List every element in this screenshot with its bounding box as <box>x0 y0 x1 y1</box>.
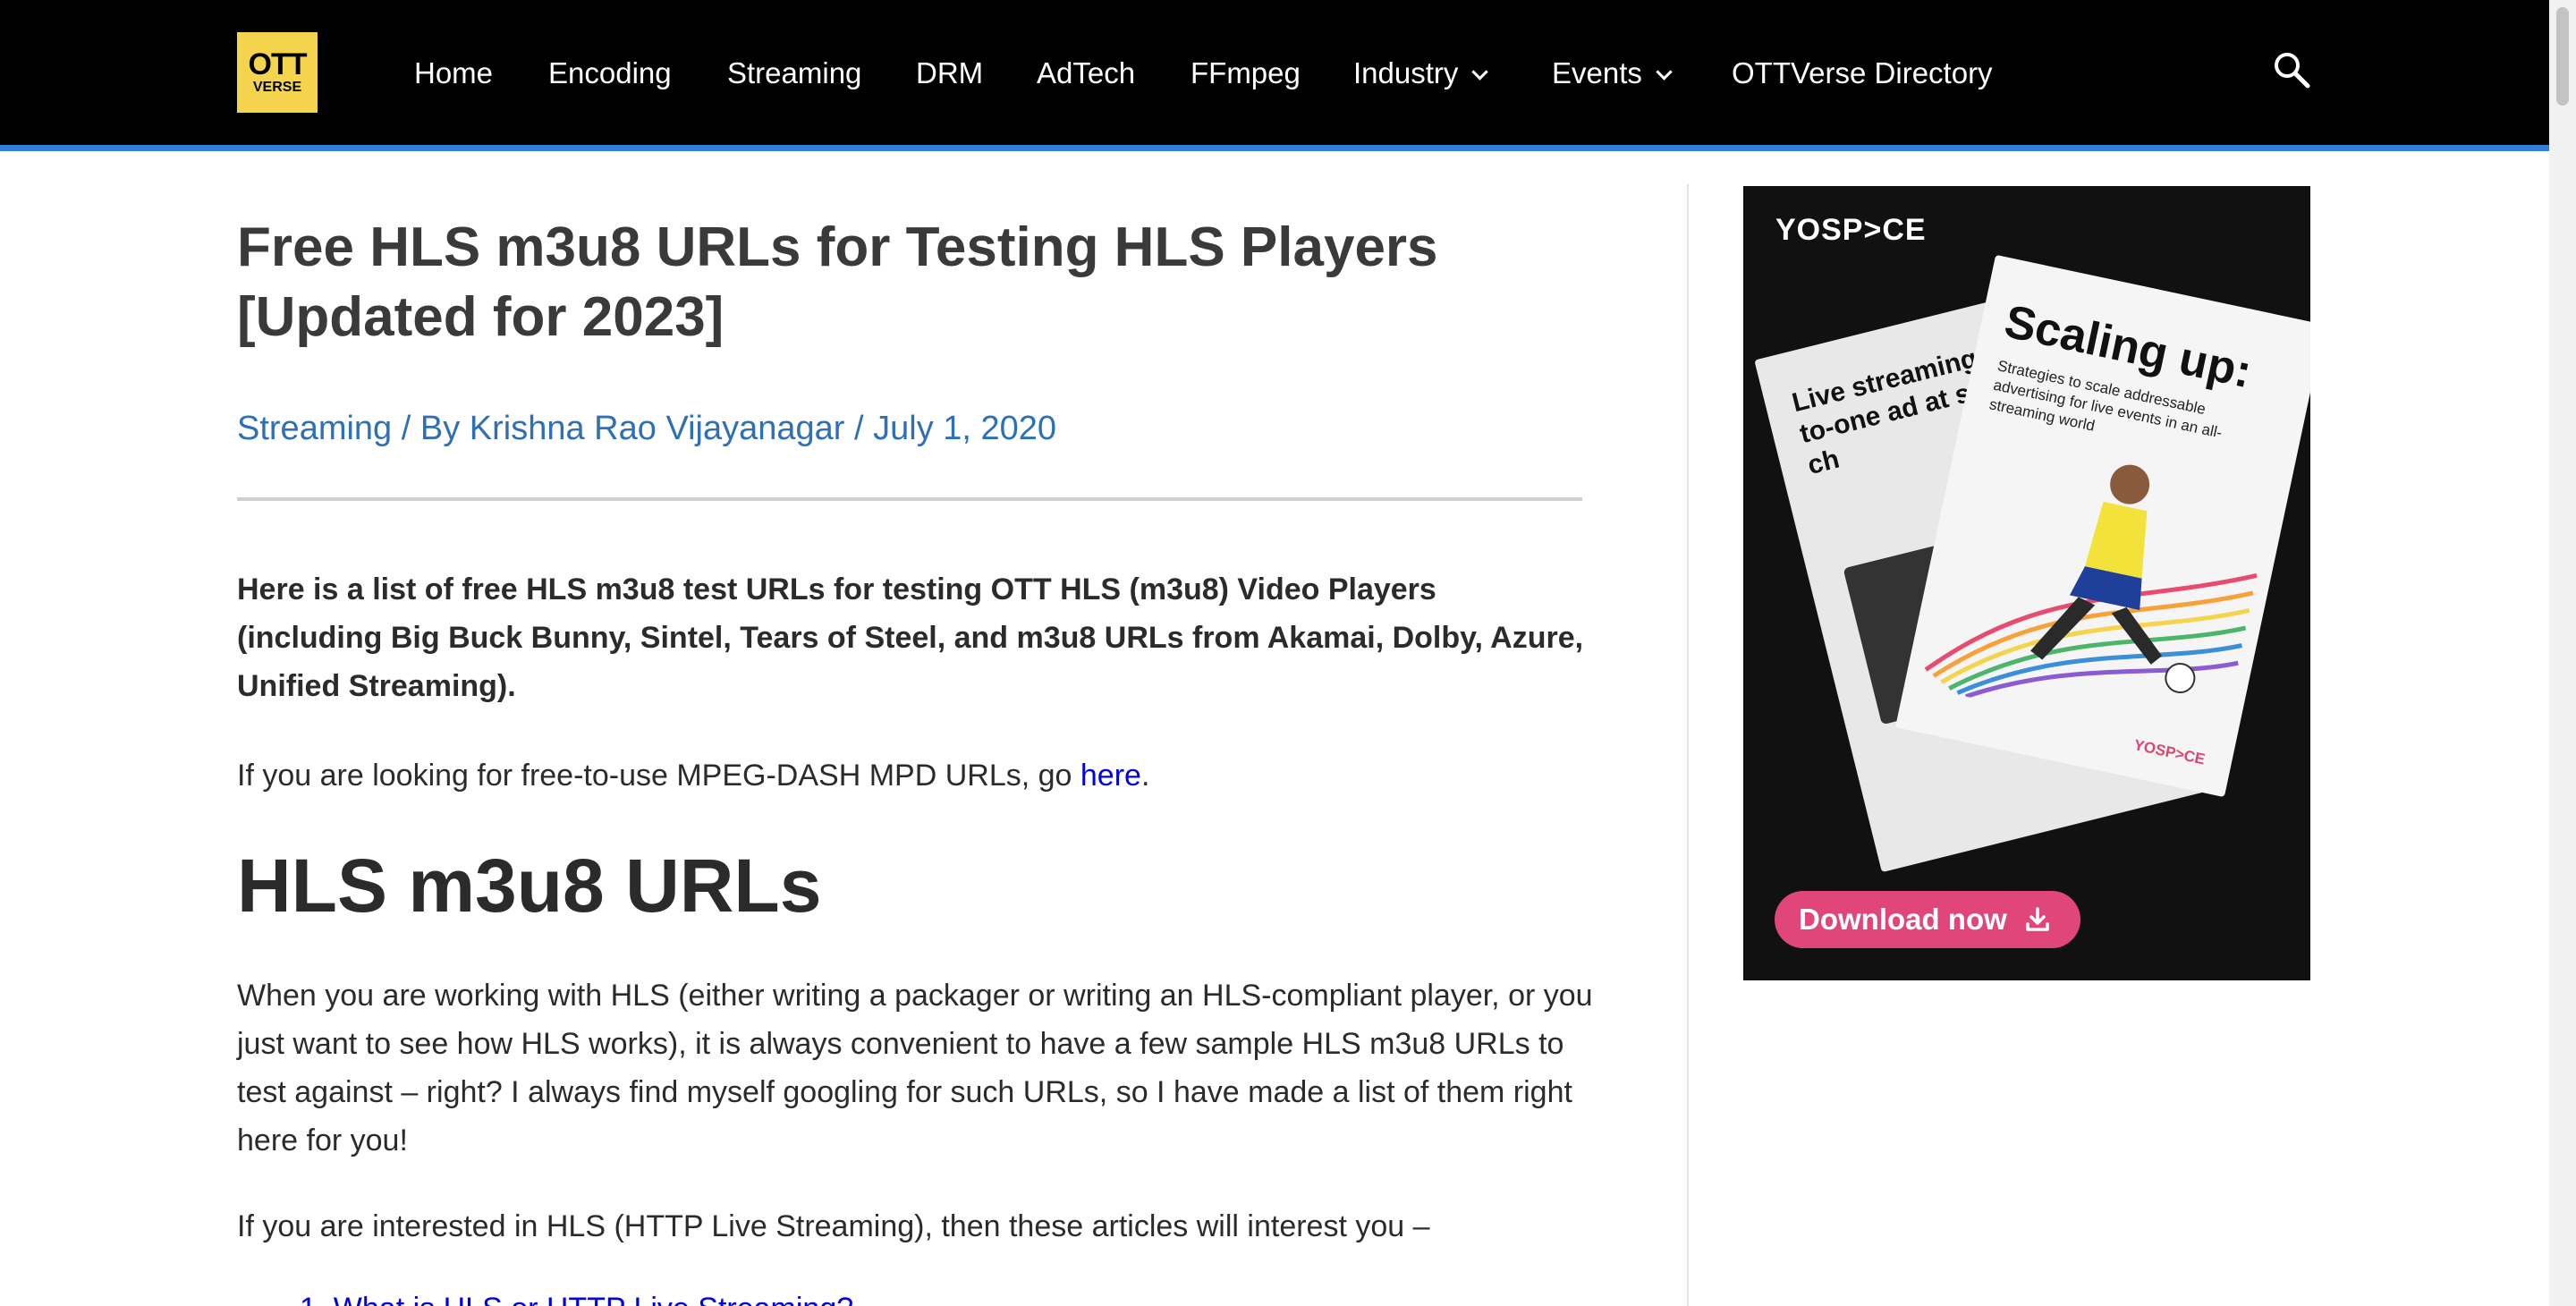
nav-drm[interactable]: DRM <box>916 52 983 95</box>
title-divider <box>237 497 1582 501</box>
download-now-label: Download now <box>1799 903 2007 936</box>
nav-encoding[interactable]: Encoding <box>548 52 672 95</box>
ottverse-logo[interactable]: OTT VERSE <box>237 32 318 113</box>
logo-text-bottom: VERSE <box>252 80 302 95</box>
scrollbar-thumb[interactable] <box>2556 7 2569 106</box>
nav-streaming[interactable]: Streaming <box>727 52 861 95</box>
chevron-down-icon <box>1471 64 1489 81</box>
intro-paragraph: Here is a list of free HLS m3u8 test URL… <box>237 572 1584 703</box>
dash-paragraph: If you are looking for free-to-use MPEG-… <box>237 751 1588 800</box>
dash-here-link[interactable]: here <box>1080 759 1141 793</box>
nav-events[interactable]: Events <box>1552 52 1673 95</box>
nav-adtech[interactable]: AdTech <box>1037 52 1135 95</box>
body-paragraph: When you are working with HLS (either wr… <box>237 979 1593 1158</box>
dash-text: If you are looking for free-to-use MPEG-… <box>237 759 1080 793</box>
search-icon[interactable] <box>2272 50 2311 89</box>
header-accent-line <box>0 145 2549 151</box>
ad-brand-logo: YOSP>CE <box>1775 213 1927 247</box>
post-date[interactable]: July 1, 2020 <box>873 410 1056 447</box>
sidebar-divider <box>1687 184 1689 1306</box>
nav-ffmpeg[interactable]: FFmpeg <box>1191 52 1301 95</box>
meta-separator: / By <box>392 410 470 447</box>
nav-home[interactable]: Home <box>414 52 493 95</box>
author-link[interactable]: Krishna Rao Vijayanagar <box>470 410 845 447</box>
interest-paragraph: If you are interested in HLS (HTTP Live … <box>237 1209 1430 1243</box>
article-title: Free HLS m3u8 URLs for Testing HLS Playe… <box>237 216 1438 348</box>
logo-text-top: OTT <box>248 47 308 81</box>
list-item[interactable]: 1. What is HLS or HTTP Live Streaming? <box>300 1285 853 1306</box>
meta-separator: / <box>844 410 874 447</box>
scrollbar-track[interactable] <box>2549 0 2576 1306</box>
category-link[interactable]: Streaming <box>237 410 392 447</box>
nav-events-label: Events <box>1552 56 1642 89</box>
article-meta: Streaming / By Krishna Rao Vijayanagar /… <box>237 410 1056 448</box>
sidebar-advertisement[interactable]: YOSP>CE Live streaming one-to-one ad at … <box>1743 186 2310 980</box>
nav-ottverse-directory[interactable]: OTTVerse Directory <box>1732 52 1993 95</box>
chevron-down-icon <box>1656 64 1673 81</box>
nav-industry[interactable]: Industry <box>1353 52 1489 95</box>
nav-industry-label: Industry <box>1353 56 1459 89</box>
download-now-button[interactable]: Download now <box>1775 891 2080 948</box>
download-icon <box>2026 907 2049 931</box>
dash-end: . <box>1140 759 1150 793</box>
section-heading: HLS m3u8 URLs <box>237 844 822 928</box>
